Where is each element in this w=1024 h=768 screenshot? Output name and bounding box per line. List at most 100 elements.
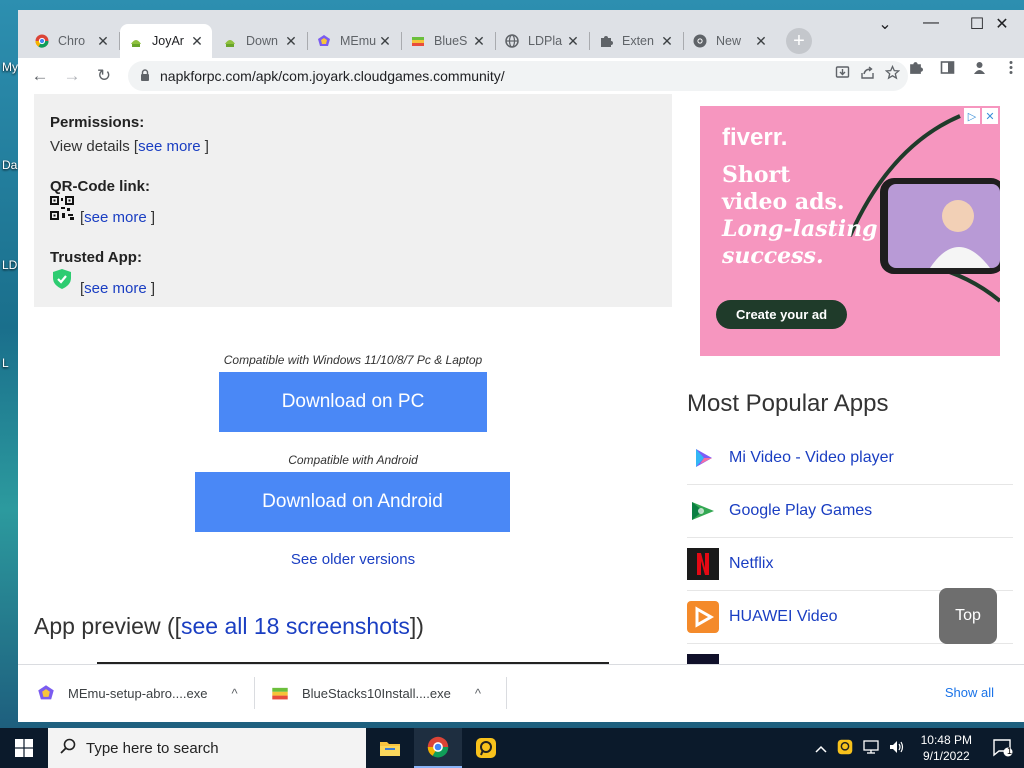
star-icon[interactable] <box>884 64 901 84</box>
chrome-icon <box>427 736 449 758</box>
tab-bluestacks[interactable]: BlueS ✕ <box>402 26 494 56</box>
volume-icon[interactable] <box>889 740 905 757</box>
tab-label: Exten <box>622 34 654 48</box>
install-icon[interactable] <box>835 65 850 84</box>
huawei-video-icon <box>687 601 719 633</box>
download-item[interactable]: MEmu-setup-abro....exe ^ <box>36 673 238 713</box>
file-explorer-button[interactable] <box>366 728 414 768</box>
tab-chrome[interactable]: Chro ✕ <box>26 26 118 56</box>
search-placeholder[interactable]: Type here to search <box>86 740 219 757</box>
reload-button[interactable]: ↻ <box>88 60 120 92</box>
ldplayer-icon <box>476 738 496 758</box>
pc-compat-note: Compatible with Windows 11/10/8/7 Pc & L… <box>223 353 483 367</box>
notification-count: 1 <box>1006 746 1012 756</box>
close-icon[interactable]: ✕ <box>378 33 392 50</box>
extensions-icon[interactable] <box>902 60 928 79</box>
network-icon[interactable] <box>862 739 879 757</box>
see-all-screenshots-link[interactable]: see all 18 screenshots <box>181 613 410 639</box>
close-icon[interactable]: ✕ <box>754 33 768 50</box>
minimize-button[interactable]: — <box>908 14 954 32</box>
lock-icon[interactable] <box>140 68 150 84</box>
app-name[interactable]: Mi Video - Video player <box>729 449 894 467</box>
close-icon[interactable]: ✕ <box>566 33 580 50</box>
puzzle-icon <box>598 33 614 49</box>
back-to-top-button[interactable]: Top <box>939 588 997 644</box>
ldplayer-tray-icon[interactable] <box>837 739 853 758</box>
chevron-up-icon[interactable]: ^ <box>231 686 237 701</box>
menu-icon[interactable] <box>998 60 1024 79</box>
new-tab-button[interactable]: + <box>786 28 812 54</box>
chevron-up-icon[interactable]: ^ <box>475 686 481 701</box>
download-pc-button[interactable]: Download on PC <box>219 372 487 432</box>
tab-joyark[interactable]: JoyAr ✕ <box>120 24 212 58</box>
fiverr-ad[interactable]: fiverr. Short video ads. Long-lasting su… <box>700 106 1000 356</box>
tab-label: BlueS <box>434 34 468 48</box>
chevron-up-icon[interactable] <box>815 740 827 756</box>
close-icon[interactable]: ✕ <box>660 33 674 50</box>
create-ad-button[interactable]: Create your ad <box>716 300 848 329</box>
download-filename[interactable]: BlueStacks10Install....exe <box>302 686 451 701</box>
notification-icon[interactable]: 1 <box>988 739 1018 757</box>
forward-button[interactable]: → <box>56 60 88 92</box>
taskbar-clock[interactable]: 10:48 PM 9/1/2022 <box>921 732 972 764</box>
profile-icon[interactable] <box>966 60 992 79</box>
close-icon[interactable]: ✕ <box>472 33 486 50</box>
close-ad-icon[interactable]: ✕ <box>982 108 998 124</box>
qr-code-icon <box>50 196 74 220</box>
tab-download[interactable]: Down ✕ <box>214 26 306 56</box>
tab-label: New <box>716 34 742 48</box>
qr-code-label: QR-Code link: <box>50 178 150 195</box>
older-versions-link[interactable]: See older versions <box>18 551 688 568</box>
app-icon-partial <box>687 654 719 664</box>
permissions-label: Permissions: <box>50 114 145 131</box>
side-panel-icon[interactable] <box>934 60 960 79</box>
tab-ldplayer[interactable]: LDPla ✕ <box>496 26 588 56</box>
share-icon[interactable] <box>860 65 875 84</box>
clock-date: 9/1/2022 <box>922 749 970 763</box>
tab-memu[interactable]: MEmu ✕ <box>308 26 400 56</box>
permissions-see-more-link[interactable]: see more <box>138 138 201 155</box>
chrome-taskbar-button[interactable] <box>414 728 462 768</box>
app-name[interactable]: Google Play Games <box>729 502 872 520</box>
trusted-see-more-link[interactable]: see more <box>84 280 147 297</box>
show-all-downloads-link[interactable]: Show all <box>945 685 994 700</box>
download-filename[interactable]: MEmu-setup-abro....exe <box>68 686 207 701</box>
url-text[interactable]: napkforpc.com/apk/com.joyark.cloudgames.… <box>160 68 505 84</box>
close-window-button[interactable]: ✕ <box>980 14 1024 34</box>
tab-search-icon[interactable]: ⌄ <box>862 14 908 34</box>
close-icon[interactable]: ✕ <box>190 33 204 50</box>
toolbar-right <box>902 60 1024 79</box>
download-android-button[interactable]: Download on Android <box>195 472 510 532</box>
adchoices-icon[interactable]: ▷ <box>964 108 980 124</box>
ldplayer-taskbar-button[interactable] <box>462 728 510 768</box>
close-icon[interactable]: ✕ <box>96 33 110 50</box>
close-icon[interactable]: ✕ <box>284 33 298 50</box>
app-name[interactable]: Netflix <box>729 555 773 573</box>
popular-app-item[interactable]: Netflix <box>687 538 1013 591</box>
popular-app-item[interactable]: Google Play Games <box>687 485 1013 538</box>
back-button[interactable]: ← <box>24 60 56 92</box>
desktop-icon-label[interactable]: LD <box>2 258 17 272</box>
address-bar[interactable]: napkforpc.com/apk/com.joyark.cloudgames.… <box>128 61 908 91</box>
memu-icon <box>316 33 332 49</box>
web-page: Permissions: View details [see more ] QR… <box>18 94 1024 664</box>
app-name[interactable]: HUAWEI Video <box>729 608 837 626</box>
desktop-icon-label[interactable]: My <box>2 60 18 74</box>
popular-app-item[interactable]: Mi Video - Video player <box>687 432 1013 485</box>
browser-toolbar: ← → ↻ napkforpc.com/apk/com.joyark.cloud… <box>18 58 1024 94</box>
app-info-box: Permissions: View details [see more ] QR… <box>34 94 672 307</box>
desktop-icon-label[interactable]: Da <box>2 158 17 172</box>
chrome-icon <box>34 33 50 49</box>
shield-check-icon <box>53 269 71 289</box>
windows-start-button[interactable] <box>0 728 48 768</box>
most-popular-title: Most Popular Apps <box>687 390 889 417</box>
tab-new[interactable]: New ✕ <box>684 26 776 56</box>
ad-headline: Short video ads. Long-lasting success. <box>722 162 878 269</box>
tab-extensions[interactable]: Exten ✕ <box>590 26 682 56</box>
taskbar-search[interactable]: Type here to search <box>48 728 366 768</box>
qr-see-more-link[interactable]: see more <box>84 209 147 226</box>
desktop-icon-label[interactable]: L <box>2 356 9 370</box>
trusted-app-label: Trusted App: <box>50 249 142 266</box>
ad-choices[interactable]: ▷ ✕ <box>964 108 998 124</box>
download-item[interactable]: BlueStacks10Install....exe ^ <box>270 673 481 713</box>
